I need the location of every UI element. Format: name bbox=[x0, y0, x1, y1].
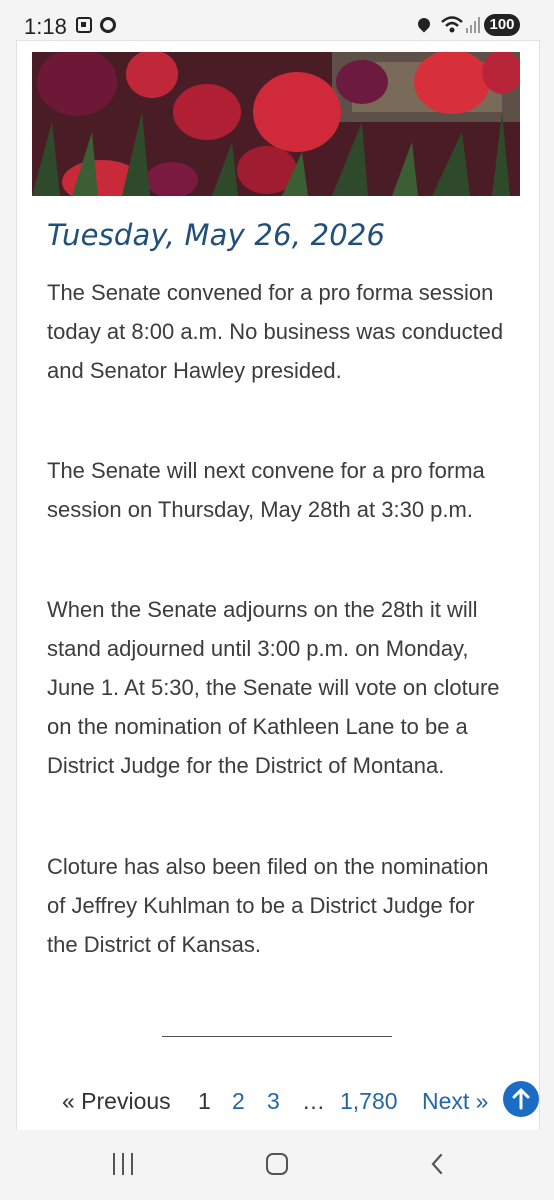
status-time: 1:18 bbox=[24, 14, 67, 39]
pagination-next-link[interactable]: Next » bbox=[422, 1086, 488, 1116]
app-notification-icon bbox=[100, 17, 116, 33]
arrow-up-icon bbox=[512, 1088, 530, 1110]
pagination-ellipsis: … bbox=[302, 1088, 325, 1114]
wifi-icon bbox=[441, 16, 463, 33]
recents-icon[interactable] bbox=[112, 1153, 134, 1175]
post-paragraph: The Senate convened for a pro forma sess… bbox=[47, 280, 504, 383]
back-icon[interactable] bbox=[428, 1154, 448, 1174]
pagination-page-link[interactable]: 2 bbox=[232, 1086, 245, 1116]
divider bbox=[162, 1036, 392, 1037]
scroll-to-top-button[interactable] bbox=[503, 1081, 539, 1117]
post-paragraph: The Senate will next convene for a pro f… bbox=[47, 458, 485, 522]
location-icon bbox=[415, 15, 433, 33]
pagination-previous-link[interactable]: « Previous bbox=[62, 1086, 171, 1116]
battery-indicator: 100 bbox=[484, 14, 520, 36]
signal-icon bbox=[466, 17, 480, 33]
pagination-page-link[interactable]: 3 bbox=[267, 1086, 280, 1116]
post-paragraph: When the Senate adjourns on the 28th it … bbox=[47, 597, 500, 778]
post-paragraph: Cloture has also been filed on the nomin… bbox=[47, 854, 489, 957]
home-icon[interactable] bbox=[266, 1153, 288, 1175]
pagination-last-page-link[interactable]: 1,780 bbox=[340, 1086, 398, 1116]
screenshot-icon bbox=[76, 17, 92, 33]
pagination-current-page: 1 bbox=[198, 1088, 211, 1114]
tulip-banner-image bbox=[32, 52, 520, 196]
post-date-heading: Tuesday, May 26, 2026 bbox=[47, 218, 386, 252]
